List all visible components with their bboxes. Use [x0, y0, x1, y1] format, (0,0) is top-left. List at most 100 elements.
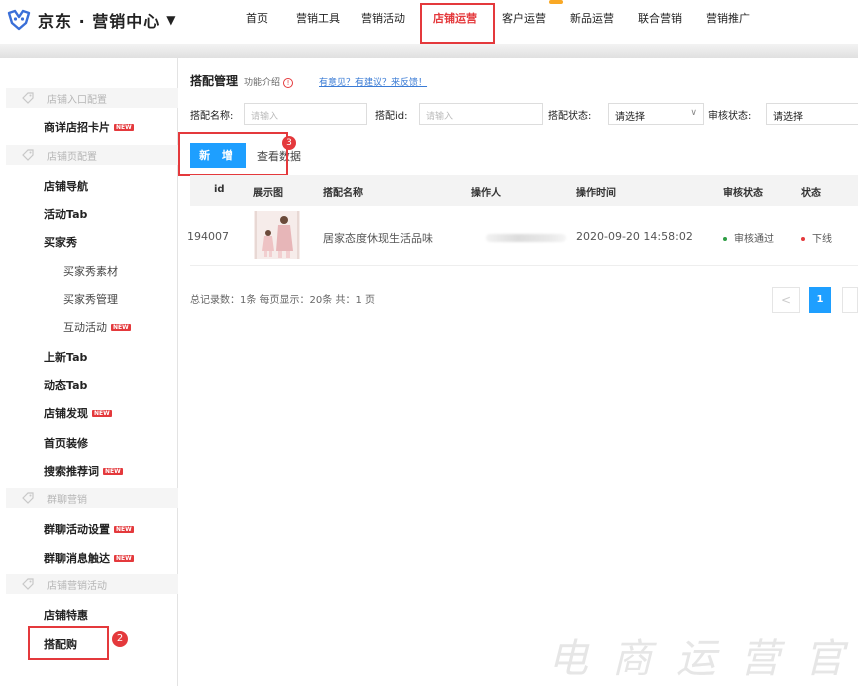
cell-status: 下线	[801, 230, 832, 245]
logo[interactable]: 京东 · 营销中心 ▼	[6, 8, 175, 32]
status-text: 下线	[812, 234, 832, 245]
sidebar-item-label: 群聊消息触达	[44, 552, 110, 565]
sidebar-item-new-tab[interactable]: 上新Tab	[44, 349, 87, 365]
nav-joint-marketing[interactable]: 联合营销	[638, 10, 682, 26]
sidebar-item-group-chat-settings[interactable]: 群聊活动设置 NEW	[44, 521, 134, 537]
filter-bar: 搭配名称: 请输入 搭配id: 请输入 搭配状态: 请选择 ∨ 审核状态: 请选…	[190, 103, 858, 125]
feedback-link[interactable]: 有意见？有建议？来反馈！	[319, 75, 427, 88]
column-header-time: 操作时间	[576, 188, 616, 199]
column-header-operator: 操作人	[471, 188, 501, 199]
nav-marketing-tools[interactable]: 营销工具	[296, 10, 340, 26]
nav-marketing-activities[interactable]: 营销活动	[361, 10, 405, 26]
sidebar-group-shop-activities[interactable]: 店铺营销活动	[6, 574, 178, 594]
sidebar-item-label: 商详店招卡片	[44, 121, 110, 134]
sidebar-group-shop-page[interactable]: 店铺页配置	[6, 145, 178, 165]
name-filter-input[interactable]: 请输入	[244, 103, 367, 125]
sidebar-item-shop-card[interactable]: 商详店招卡片 NEW	[44, 119, 134, 135]
sidebar-item-buyer-show-manage[interactable]: 买家秀管理	[63, 291, 118, 307]
status-dot-red	[801, 237, 805, 241]
cell-id: 194007	[187, 230, 229, 243]
sidebar-item-shop-deals[interactable]: 店铺特惠	[44, 607, 88, 623]
column-header-image: 展示图	[253, 188, 283, 199]
sidebar-item-search-words[interactable]: 搜索推荐词 NEW	[44, 463, 123, 479]
sidebar-item-shop-discover[interactable]: 店铺发现 NEW	[44, 405, 112, 421]
column-header-id: id	[214, 184, 225, 195]
sidebar-item-label: 店铺发现	[44, 407, 88, 420]
sidebar-group-label: 店铺页配置	[47, 151, 97, 163]
cell-operator-blurred	[486, 234, 566, 242]
status-filter-select[interactable]: 请选择 ∨	[608, 103, 704, 125]
sidebar: 店铺入口配置 商详店招卡片 NEW 店铺页配置 店铺导航 活动Tab 买家秀 买家…	[0, 58, 178, 686]
sidebar-group-label: 店铺营销活动	[47, 580, 107, 592]
status-filter-label: 搭配状态:	[548, 111, 592, 122]
new-tag: NEW	[114, 525, 134, 533]
sidebar-item-group-chat-msg[interactable]: 群聊消息触达 NEW	[44, 550, 134, 566]
tag-icon	[22, 149, 34, 161]
annotation-badge: 3	[282, 136, 296, 150]
app-title: 京东 · 营销中心	[38, 12, 161, 31]
cell-bundle-name: 居家态度休现生活品味	[323, 232, 433, 245]
header-divider-band	[0, 44, 858, 58]
nav-home[interactable]: 首页	[246, 10, 268, 26]
prev-page-button[interactable]: <	[772, 287, 800, 313]
hot-marker	[549, 0, 563, 4]
id-filter-input[interactable]: 请输入	[419, 103, 543, 125]
table-header: id 展示图 搭配名称 操作人 操作时间 审核状态 状态	[190, 175, 858, 206]
status-dot-green	[723, 237, 727, 241]
new-tag: NEW	[92, 409, 112, 417]
name-filter-label: 搭配名称:	[190, 111, 234, 122]
id-filter-label: 搭配id:	[375, 111, 408, 122]
annotation-badge: 2	[112, 631, 128, 647]
product-thumbnail[interactable]	[254, 211, 300, 259]
table-row[interactable]: 194007 居家态度休现生活品味 2020-09-20 14:58:02 审核…	[187, 206, 858, 266]
sidebar-group-label: 店铺入口配置	[47, 94, 107, 106]
review-filter-label: 审核状态:	[708, 111, 752, 122]
sidebar-item-activity-tab[interactable]: 活动Tab	[44, 206, 87, 222]
annotation-highlight-sidebar	[28, 626, 109, 660]
chevron-down-icon: ∨	[690, 108, 697, 118]
watermark: 电商运营官	[548, 636, 858, 682]
sidebar-item-buyer-show[interactable]: 买家秀	[44, 234, 77, 250]
sidebar-item-label: 群聊活动设置	[44, 523, 110, 536]
review-filter-value: 请选择	[773, 112, 803, 123]
sidebar-item-label: 互动活动	[63, 321, 107, 334]
new-tag: NEW	[114, 123, 134, 131]
column-header-review: 审核状态	[723, 188, 763, 199]
tag-icon	[22, 92, 34, 104]
review-filter-select[interactable]: 请选择	[766, 103, 858, 125]
annotation-highlight-nav	[420, 3, 495, 44]
review-status-text: 审核通过	[734, 234, 774, 245]
main-content: 搭配管理 功能介绍 ! 有意见？有建议？来反馈！ 搭配名称: 请输入 搭配id:…	[178, 58, 858, 686]
feature-intro-link[interactable]: 功能介绍	[244, 75, 280, 88]
new-tag: NEW	[111, 323, 131, 331]
new-tag: NEW	[114, 554, 134, 562]
sidebar-item-shop-nav[interactable]: 店铺导航	[44, 178, 88, 194]
nav-customer-operation[interactable]: 客户运营	[502, 10, 546, 26]
sidebar-item-label: 搜索推荐词	[44, 465, 99, 478]
jd-dog-logo-icon	[7, 9, 31, 31]
sidebar-item-home-decor[interactable]: 首页装修	[44, 435, 88, 451]
sidebar-group-label: 群聊营销	[47, 494, 87, 506]
page-button-current[interactable]: 1	[809, 287, 831, 313]
product-image	[254, 211, 300, 259]
cell-review-status: 审核通过	[723, 230, 774, 245]
sidebar-group-shop-entry[interactable]: 店铺入口配置	[6, 88, 178, 108]
column-header-name: 搭配名称	[323, 188, 363, 199]
top-bar: 京东 · 营销中心 ▼ 首页 营销工具 营销活动 店铺运营 客户运营 新品运营 …	[0, 0, 858, 58]
nav-new-product-operation[interactable]: 新品运营	[570, 10, 614, 26]
status-filter-value: 请选择	[615, 112, 645, 123]
sidebar-item-buyer-show-material[interactable]: 买家秀素材	[63, 263, 118, 279]
annotation-highlight-button	[178, 132, 288, 176]
app-switch-caret-icon[interactable]: ▼	[166, 13, 175, 27]
nav-marketing-promotion[interactable]: 营销推广	[706, 10, 750, 26]
info-icon[interactable]: !	[283, 78, 294, 88]
page-title: 搭配管理	[190, 74, 239, 88]
sidebar-group-group-chat[interactable]: 群聊营销	[6, 488, 178, 508]
sidebar-item-dynamic-tab[interactable]: 动态Tab	[44, 377, 87, 393]
sidebar-item-interactive[interactable]: 互动活动 NEW	[63, 319, 131, 335]
pagination-summary: 总记录数：1条 每页显示：20条 共：1 页	[190, 295, 375, 306]
tag-icon	[22, 578, 34, 590]
title-row: 搭配管理 功能介绍 ! 有意见？有建议？来反馈！	[190, 72, 427, 89]
next-page-button[interactable]	[842, 287, 858, 313]
tag-icon	[22, 492, 34, 504]
